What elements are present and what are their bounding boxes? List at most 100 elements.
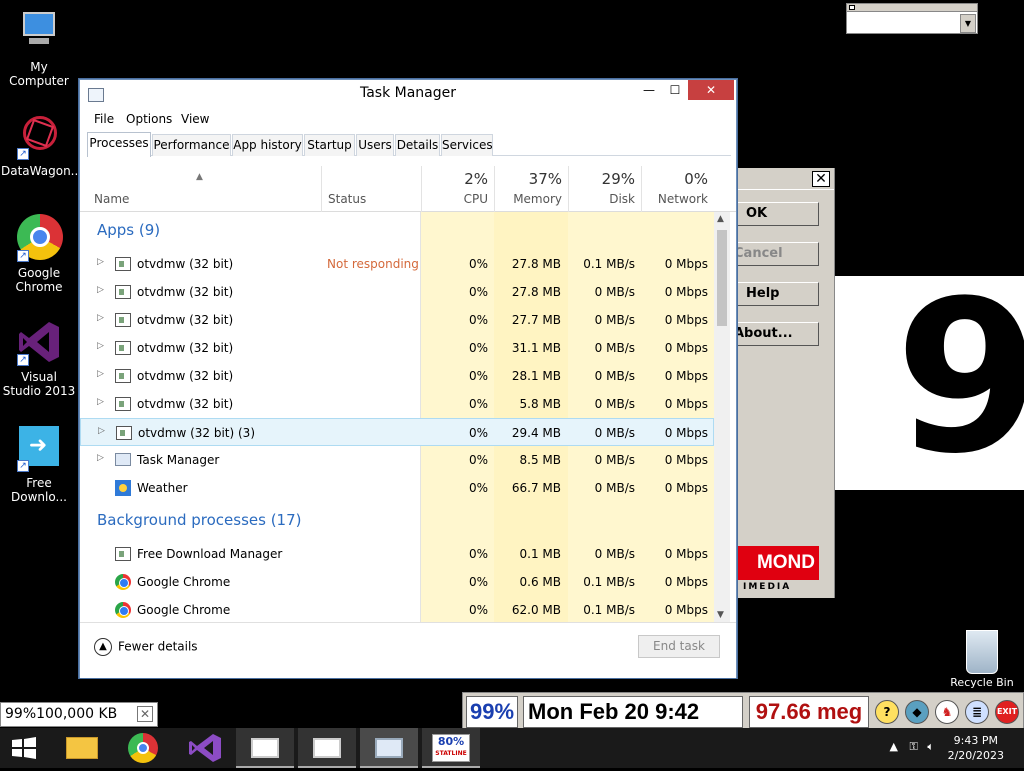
help-icon[interactable]: ?	[875, 700, 899, 724]
vertical-scrollbar[interactable]: ▲ ▼	[714, 212, 730, 622]
column-header: ▲ Name Status 2% CPU 37% Memory 29% Disk…	[80, 166, 736, 212]
tab-details[interactable]: Details	[395, 134, 440, 156]
close-icon: ✕	[705, 83, 717, 97]
statline-icon: 80% STATLINE	[432, 734, 470, 762]
close-button[interactable]: ✕	[688, 80, 734, 100]
desktop-icon-free-download-manager[interactable]: ➜ ↗ Free Downlo...	[1, 424, 77, 504]
column-status-cell[interactable]: Status	[321, 166, 421, 212]
about-button[interactable]: About...	[735, 322, 819, 346]
menu-file[interactable]: File	[94, 112, 114, 126]
start-button[interactable]	[0, 728, 48, 768]
sort-arrow-icon[interactable]: ▲	[196, 172, 203, 182]
desktop-icon-label: My Computer	[9, 60, 69, 88]
table-row-selected[interactable]: ▷ otvdmw (32 bit) (3) 0% 29.4 MB 0 MB/s …	[80, 418, 714, 446]
window-titlebar[interactable]: Task Manager — ☐ ✕	[80, 80, 736, 108]
expand-icon[interactable]: ▷	[97, 397, 104, 407]
visual-studio-icon	[189, 734, 221, 762]
window-menu-icon[interactable]	[849, 5, 855, 10]
table-row[interactable]: ▷ otvdmw (32 bit) 0% 31.1 MB 0 MB/s 0 Mb…	[80, 334, 714, 362]
ok-button[interactable]: OK	[735, 202, 819, 226]
exit-icon[interactable]: EXIT	[995, 700, 1019, 724]
combo-box[interactable]: ▼	[846, 3, 978, 34]
desktop-icon-label: Google Chrome	[15, 266, 63, 294]
group-header-background[interactable]: Background processes (17)	[80, 506, 714, 534]
column-cpu[interactable]: 2% CPU	[421, 166, 494, 212]
expand-icon[interactable]: ▷	[97, 313, 104, 323]
table-row[interactable]: ▷ Task Manager 0% 8.5 MB 0 MB/s 0 Mbps	[80, 446, 714, 474]
chevron-down-icon[interactable]: ▼	[717, 610, 724, 620]
desktop-icon-datawagon[interactable]: ↗ DataWagon...	[1, 108, 82, 178]
minimize-button[interactable]: —	[636, 80, 662, 100]
taskbar-file-explorer[interactable]	[53, 728, 111, 768]
free-download-manager-icon	[115, 547, 131, 561]
runner-icon[interactable]: ♞	[935, 700, 959, 724]
table-row[interactable]: ▷ otvdmw (32 bit) 0% 28.1 MB 0 MB/s 0 Mb…	[80, 362, 714, 390]
datawagon-icon: ↗	[15, 108, 65, 160]
help-button[interactable]: Help	[735, 282, 819, 306]
group-label: Apps (9)	[97, 221, 161, 239]
group-header-apps[interactable]: Apps (9)	[80, 216, 714, 244]
cpu-label: CPU	[463, 192, 488, 206]
free-download-manager-icon: ➜ ↗	[15, 424, 63, 472]
tab-processes[interactable]: Processes	[87, 132, 151, 157]
desktop-icon-recycle-bin[interactable]: Recycle Bin	[940, 630, 1024, 689]
taskbar-otvdmw-1[interactable]	[236, 728, 294, 768]
table-row[interactable]: ▷ otvdmw (32 bit) 0% 27.8 MB 0 MB/s 0 Mb…	[80, 278, 714, 306]
table-row[interactable]: ▷ otvdmw (32 bit) 0% 5.8 MB 0 MB/s 0 Mbp…	[80, 390, 714, 418]
expand-icon[interactable]: ▷	[97, 341, 104, 351]
taskbar-chrome[interactable]	[114, 728, 172, 768]
taskbar-visual-studio[interactable]	[175, 728, 233, 768]
disk-icon[interactable]: ◆	[905, 700, 929, 724]
table-row[interactable]: Google Chrome 0% 0.6 MB 0.1 MB/s 0 Mbps	[80, 568, 714, 596]
chevron-up-icon[interactable]: ▲	[717, 214, 724, 224]
status-widget-bar: 99% Mon Feb 20 9:42 97.66 meg ? ◆ ♞ ≣ EX…	[462, 692, 1024, 730]
expand-icon[interactable]: ▷	[98, 426, 105, 436]
column-name[interactable]: Name	[94, 192, 129, 206]
expand-icon[interactable]: ▷	[97, 453, 104, 463]
cpu-total: 2%	[464, 170, 488, 188]
tab-performance[interactable]: Performance	[152, 134, 231, 156]
list-icon[interactable]: ≣	[965, 700, 989, 724]
taskbar-task-manager[interactable]	[360, 728, 418, 768]
network-icon[interactable]: ⚿	[910, 740, 918, 753]
tab-services[interactable]: Services	[441, 134, 493, 156]
tab-startup[interactable]: Startup	[304, 134, 355, 156]
tab-app-history[interactable]: App history	[232, 134, 303, 156]
scrollbar-thumb[interactable]	[717, 230, 727, 326]
column-memory[interactable]: 37% Memory	[494, 166, 568, 212]
chevron-up-icon[interactable]: ▲	[890, 740, 898, 753]
clock[interactable]: 9:43 PM 2/20/2023	[948, 733, 1004, 763]
tab-users[interactable]: Users	[356, 134, 394, 156]
taskbar-statline[interactable]: 80% STATLINE	[422, 728, 480, 768]
taskbar-otvdmw-2[interactable]	[298, 728, 356, 768]
column-status: Status	[328, 192, 367, 206]
expand-icon[interactable]: ▷	[97, 285, 104, 295]
clock-date: 2/20/2023	[947, 749, 1004, 762]
column-disk[interactable]: 29% Disk	[568, 166, 641, 212]
column-network[interactable]: 0% Network	[641, 166, 714, 212]
maximize-button[interactable]: ☐	[662, 80, 688, 100]
table-row[interactable]: ▷ otvdmw (32 bit) Not responding 0% 27.8…	[80, 250, 714, 278]
expand-icon[interactable]: ▷	[97, 257, 104, 267]
table-row[interactable]: ▷ otvdmw (32 bit) 0% 27.7 MB 0 MB/s 0 Mb…	[80, 306, 714, 334]
task-manager-window: Task Manager — ☐ ✕ File Options View Pro…	[79, 79, 737, 678]
chevron-down-icon[interactable]: ▼	[960, 14, 976, 33]
table-row[interactable]: Weather 0% 66.7 MB 0 MB/s 0 Mbps	[80, 474, 714, 502]
table-row[interactable]: Google Chrome 0% 62.0 MB 0.1 MB/s 0 Mbps	[80, 596, 714, 622]
desktop-icon-my-computer[interactable]: My Computer	[1, 8, 77, 88]
desktop-icon-google-chrome[interactable]: ↗ Google Chrome	[1, 214, 77, 294]
menu-options[interactable]: Options	[126, 112, 172, 126]
volume-icon[interactable]: 🔈︎	[927, 740, 934, 753]
maximize-icon: ☐	[669, 83, 681, 97]
menu-view[interactable]: View	[181, 112, 209, 126]
expand-icon[interactable]: ▷	[97, 369, 104, 379]
close-icon[interactable]: ✕	[812, 171, 830, 187]
vendor-logo-sub: IMEDIA	[743, 582, 792, 592]
cancel-button[interactable]: Cancel	[735, 242, 819, 266]
table-row[interactable]: Free Download Manager 0% 0.1 MB 0 MB/s 0…	[80, 540, 714, 568]
menu-bar: File Options View	[80, 108, 736, 130]
fewer-details-link[interactable]: ▲ Fewer details	[94, 638, 198, 656]
close-icon[interactable]: ✕	[137, 706, 153, 722]
end-task-button[interactable]: End task	[638, 635, 720, 658]
desktop-icon-visual-studio[interactable]: ↗ Visual Studio 2013	[1, 318, 77, 398]
